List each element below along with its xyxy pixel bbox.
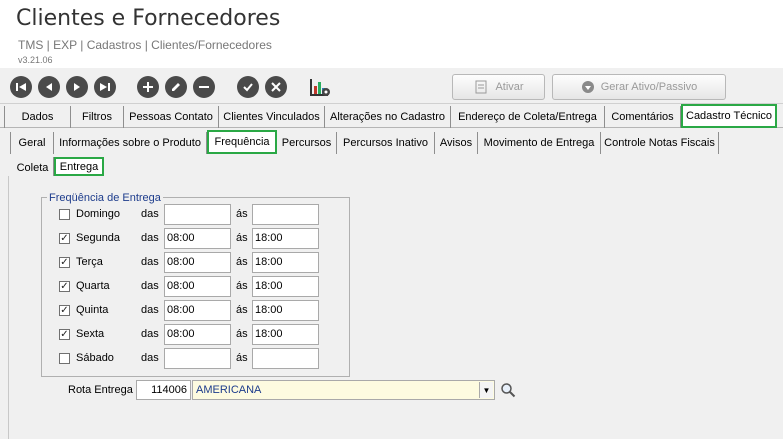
- tab-percursos[interactable]: Percursos: [277, 132, 337, 154]
- edit-icon[interactable]: [165, 76, 187, 98]
- rota-select-value: AMERICANA: [196, 384, 262, 396]
- day-row: Sábado das ás: [57, 348, 322, 370]
- tab-frequencia[interactable]: Frequência: [207, 130, 277, 154]
- version-label: v3.21.06: [18, 55, 53, 65]
- time-from-field[interactable]: 08:00: [164, 300, 231, 321]
- time-to-field[interactable]: 18:00: [252, 252, 319, 273]
- das-label: das: [141, 328, 159, 340]
- tecnico-tab-bar: Geral Informações sobre o Produto Frequê…: [0, 130, 719, 154]
- day-label: Quinta: [76, 304, 109, 316]
- confirm-icon[interactable]: [237, 76, 259, 98]
- day-label: Sábado: [76, 352, 114, 364]
- rota-select[interactable]: AMERICANA ▼: [192, 380, 495, 400]
- time-to-field[interactable]: 18:00: [252, 276, 319, 297]
- as-label: ás: [236, 232, 248, 244]
- clipboard-icon: [475, 80, 487, 94]
- add-icon[interactable]: [137, 76, 159, 98]
- as-label: ás: [236, 208, 248, 220]
- day-checkbox[interactable]: ✓: [59, 281, 70, 292]
- time-to-field[interactable]: [252, 348, 319, 369]
- previous-record-icon[interactable]: [38, 76, 60, 98]
- tab-alteracoes-cadastro[interactable]: Alterações no Cadastro: [325, 106, 451, 128]
- time-from-field[interactable]: 08:00: [164, 252, 231, 273]
- gerar-ativo-passivo-button[interactable]: Gerar Ativo/Passivo: [552, 74, 726, 100]
- ativar-button[interactable]: Ativar: [452, 74, 545, 100]
- time-from-field[interactable]: 08:00: [164, 324, 231, 345]
- das-label: das: [141, 208, 159, 220]
- das-label: das: [141, 352, 159, 364]
- das-label: das: [141, 232, 159, 244]
- day-label: Sexta: [76, 328, 105, 340]
- gerar-label: Gerar Ativo/Passivo: [600, 81, 698, 93]
- as-label: ás: [236, 256, 248, 268]
- chevron-down-icon[interactable]: ▼: [479, 382, 493, 398]
- main-tab-bar: Dados Filtros Pessoas Contato Clientes V…: [0, 104, 783, 128]
- das-label: das: [141, 256, 159, 268]
- ativar-label: Ativar: [495, 81, 524, 93]
- as-label: ás: [236, 304, 248, 316]
- as-label: ás: [236, 280, 248, 292]
- day-label: Quarta: [76, 280, 110, 292]
- time-to-field[interactable]: 18:00: [252, 324, 319, 345]
- download-icon: [581, 81, 594, 93]
- app-header: Clientes e Fornecedores TMS | EXP | Cada…: [0, 0, 783, 68]
- day-row: ✓ Quarta das 08:00 ás 18:00: [57, 276, 322, 298]
- time-from-field[interactable]: 08:00: [164, 228, 231, 249]
- page-title: Clientes e Fornecedores: [16, 6, 281, 31]
- tab-movimento-entrega[interactable]: Movimento de Entrega: [478, 132, 601, 154]
- day-row: Domingo das ás: [57, 204, 322, 226]
- day-checkbox[interactable]: ✓: [59, 233, 70, 244]
- frequencia-entrega-legend: Freqüência de Entrega: [47, 192, 163, 204]
- tab-filtros[interactable]: Filtros: [71, 106, 124, 128]
- tab-percursos-inativo[interactable]: Percursos Inativo: [337, 132, 435, 154]
- time-to-field[interactable]: 18:00: [252, 300, 319, 321]
- tab-informacoes-produto[interactable]: Informações sobre o Produto: [54, 132, 207, 154]
- breadcrumb: TMS | EXP | Cadastros | Clientes/Fornece…: [18, 38, 272, 52]
- tab-geral[interactable]: Geral: [10, 132, 54, 154]
- first-record-icon[interactable]: [10, 76, 32, 98]
- das-label: das: [141, 304, 159, 316]
- das-label: das: [141, 280, 159, 292]
- rota-entrega-label: Rota Entrega: [68, 384, 133, 396]
- remove-icon[interactable]: [193, 76, 215, 98]
- last-record-icon[interactable]: [94, 76, 116, 98]
- tab-dados[interactable]: Dados: [4, 106, 71, 128]
- time-from-field[interactable]: 08:00: [164, 276, 231, 297]
- day-checkbox[interactable]: [59, 209, 70, 220]
- day-row: ✓ Segunda das 08:00 ás 18:00: [57, 228, 322, 250]
- time-from-field[interactable]: [164, 204, 231, 225]
- chart-settings-icon[interactable]: [309, 76, 331, 98]
- time-to-field[interactable]: [252, 204, 319, 225]
- time-to-field[interactable]: 18:00: [252, 228, 319, 249]
- day-label: Terça: [76, 256, 103, 268]
- as-label: ás: [236, 352, 248, 364]
- day-row: ✓ Terça das 08:00 ás 18:00: [57, 252, 322, 274]
- day-checkbox[interactable]: [59, 353, 70, 364]
- day-label: Segunda: [76, 232, 121, 244]
- tab-avisos[interactable]: Avisos: [435, 132, 478, 154]
- tab-controle-notas-fiscais[interactable]: Controle Notas Fiscais: [601, 132, 719, 154]
- rota-code-field[interactable]: 114006: [136, 380, 191, 400]
- tab-comentarios[interactable]: Comentários: [605, 106, 681, 128]
- tab-pessoas-contato[interactable]: Pessoas Contato: [124, 106, 219, 128]
- search-icon[interactable]: [500, 382, 516, 398]
- tab-cadastro-tecnico[interactable]: Cadastro Técnico: [681, 104, 777, 128]
- toolbar: Ativar Gerar Ativo/Passivo: [0, 68, 783, 104]
- day-checkbox[interactable]: ✓: [59, 257, 70, 268]
- tab-endereco-coleta-entrega[interactable]: Endereço de Coleta/Entrega: [451, 106, 605, 128]
- day-checkbox[interactable]: ✓: [59, 305, 70, 316]
- time-from-field[interactable]: [164, 348, 231, 369]
- as-label: ás: [236, 328, 248, 340]
- tab-entrega[interactable]: Entrega: [54, 157, 104, 176]
- next-record-icon[interactable]: [66, 76, 88, 98]
- cancel-icon[interactable]: [265, 76, 287, 98]
- day-row: ✓ Sexta das 08:00 ás 18:00: [57, 324, 322, 346]
- day-checkbox[interactable]: ✓: [59, 329, 70, 340]
- day-row: ✓ Quinta das 08:00 ás 18:00: [57, 300, 322, 322]
- tab-clientes-vinculados[interactable]: Clientes Vinculados: [219, 106, 325, 128]
- day-label: Domingo: [76, 208, 121, 220]
